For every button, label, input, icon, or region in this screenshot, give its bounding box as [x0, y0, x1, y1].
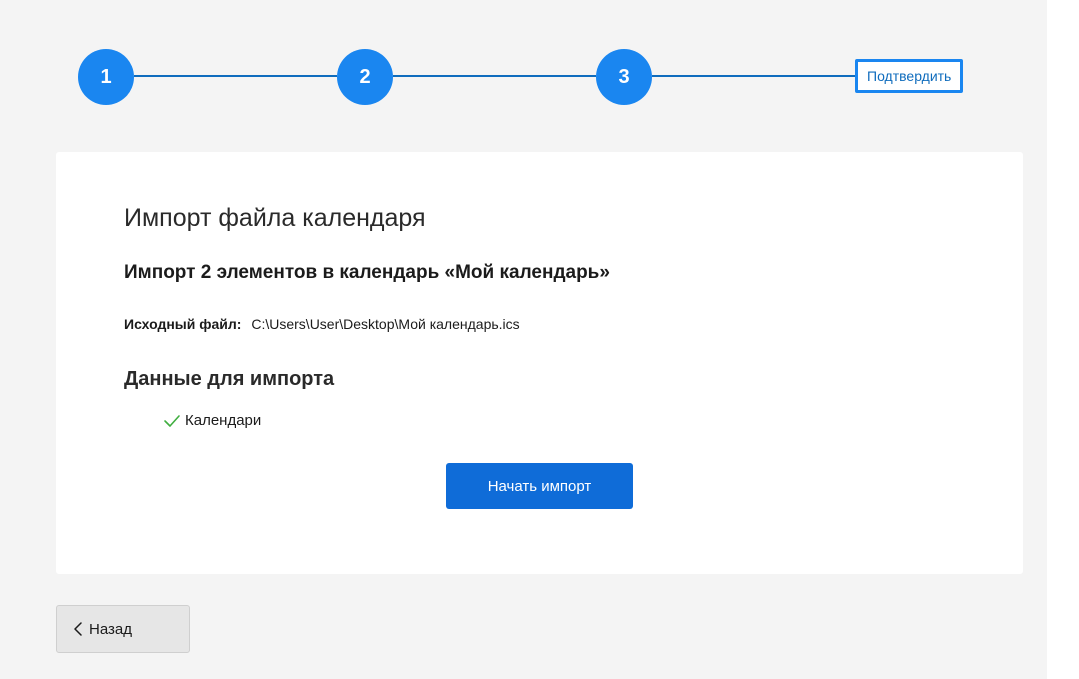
back-button-label: Назад [89, 620, 132, 638]
back-button[interactable]: Назад [56, 605, 190, 653]
step-connector [393, 75, 596, 77]
step-confirm[interactable]: Подтвердить [855, 59, 964, 93]
check-icon [163, 413, 181, 429]
wizard-stepper: 1 2 3 Подтвердить [78, 49, 1004, 105]
step-3[interactable]: 3 [596, 49, 652, 105]
import-card: Импорт файла календаря Импорт 2 элементо… [56, 152, 1023, 574]
start-import-button[interactable]: Начать импорт [446, 463, 633, 509]
source-file-path: C:\Users\User\Desktop\Мой календарь.ics [251, 316, 520, 332]
step-2[interactable]: 2 [337, 49, 393, 105]
source-file-row: Исходный файл: C:\Users\User\Desktop\Мой… [124, 316, 520, 332]
page-title: Импорт файла календаря [124, 204, 426, 232]
import-wizard-window: 1 2 3 Подтвердить Импорт файла календаря… [0, 0, 1047, 679]
import-data-item-label: Календари [185, 412, 262, 429]
chevron-left-icon [73, 622, 83, 636]
step-connector [134, 75, 337, 77]
import-data-heading: Данные для импорта [124, 368, 335, 390]
step-1[interactable]: 1 [78, 49, 134, 105]
step-connector [652, 75, 855, 77]
import-summary: Импорт 2 элементов в календарь «Мой кале… [124, 262, 610, 283]
source-file-label: Исходный файл: [124, 316, 242, 332]
import-data-item-calendars: Календари [163, 412, 261, 429]
